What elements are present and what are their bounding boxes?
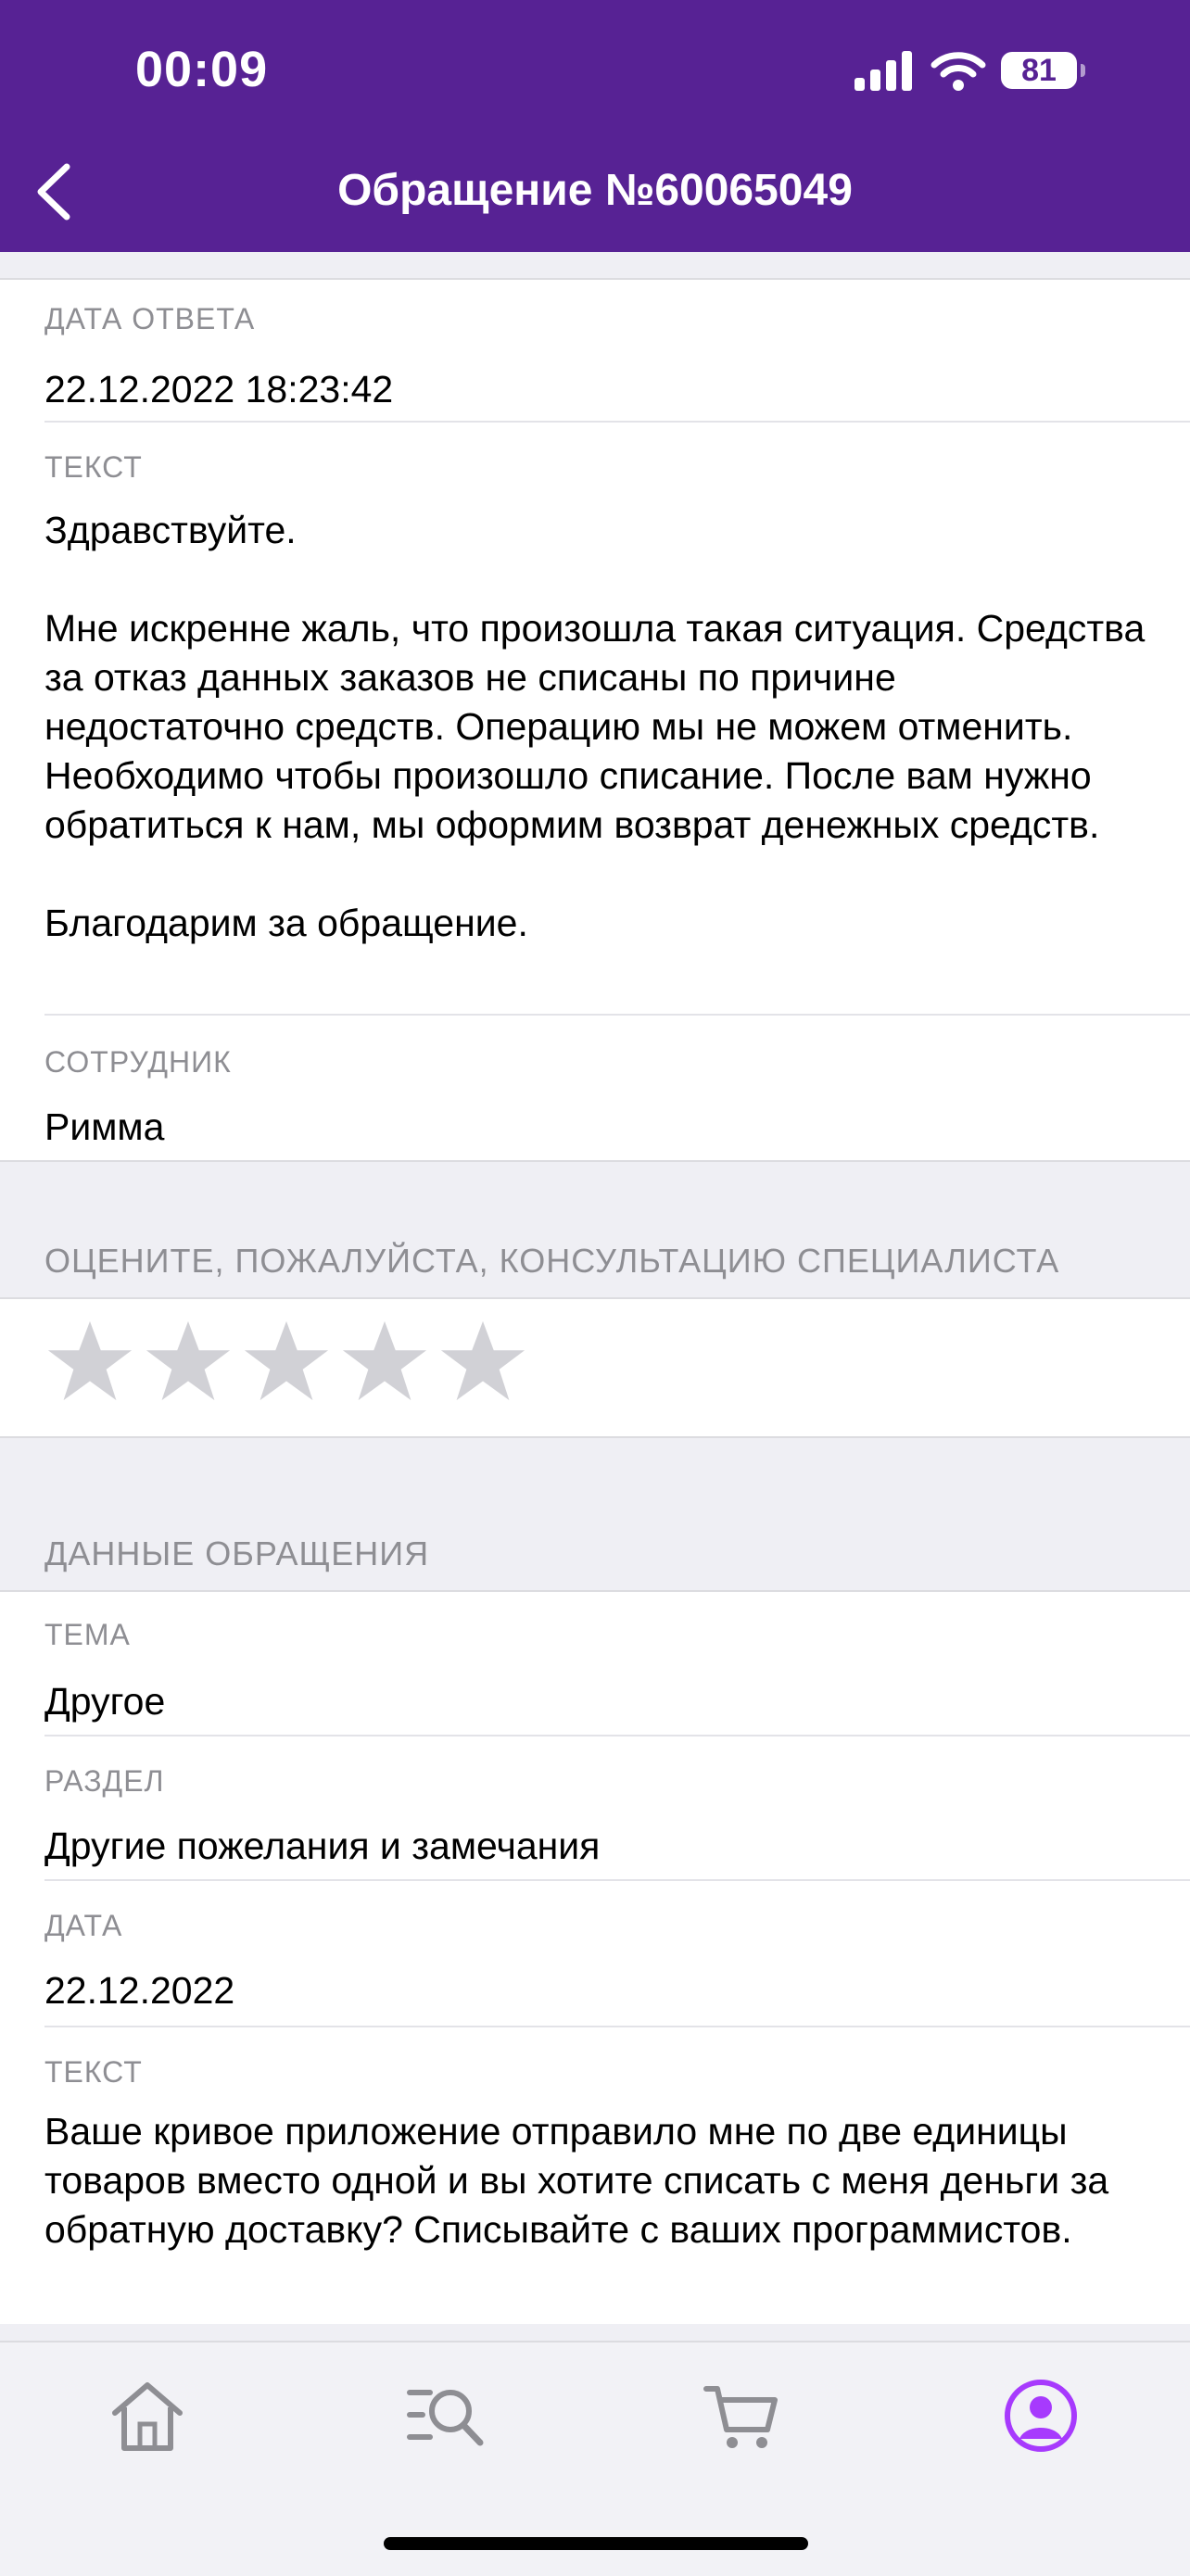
star-icon[interactable] [339, 1316, 430, 1407]
request-text-value: Ваше кривое приложение отправило мне по … [44, 2110, 1109, 2251]
section-field: РАЗДЕЛ Другие пожелания и замечания [0, 1736, 1190, 1881]
answer-card: ДАТА ОТВЕТА 22.12.2022 18:23:42 ТЕКСТ Зд… [0, 278, 1190, 1162]
star-icon[interactable] [241, 1316, 332, 1407]
signal-icon [855, 51, 912, 91]
answer-text-value: Здравствуйте. Мне искренне жаль, что про… [44, 509, 1146, 944]
wifi-icon [930, 52, 986, 91]
star-icon[interactable] [44, 1316, 135, 1407]
employee-value: Римма [44, 1105, 165, 1148]
status-icons: 81 [853, 46, 1085, 95]
rating-header: ОЦЕНИТЕ, ПОЖАЛУЙСТА, КОНСУЛЬТАЦИЮ СПЕЦИА… [0, 1162, 1190, 1297]
request-card: ТЕМА Другое РАЗДЕЛ Другие пожелания и за… [0, 1590, 1190, 2324]
star-icon[interactable] [437, 1316, 528, 1407]
answer-text-label: ТЕКСТ [44, 450, 143, 484]
date-field: ДАТА 22.12.2022 [0, 1881, 1190, 2027]
cart-icon[interactable] [701, 2374, 784, 2457]
date-label: ДАТА [44, 1909, 123, 1942]
request-text-field: ТЕКСТ Ваше кривое приложение отправило м… [0, 2027, 1190, 2324]
star-icon[interactable] [143, 1316, 234, 1407]
employee-label: СОТРУДНИК [44, 1045, 232, 1079]
request-text-label: ТЕКСТ [44, 2055, 143, 2089]
answer-date-field: ДАТА ОТВЕТА 22.12.2022 18:23:42 [0, 280, 1190, 423]
request-header: ДАННЫЕ ОБРАЩЕНИЯ [0, 1438, 1190, 1590]
topic-label: ТЕМА [44, 1618, 131, 1651]
page-title: Обращение №60065049 [337, 166, 853, 215]
top-spacer [0, 252, 1190, 278]
topic-value: Другое [44, 1680, 166, 1723]
profile-icon[interactable] [999, 2374, 1082, 2457]
battery-indicator: 81 [1001, 52, 1085, 89]
home-indicator [384, 2537, 808, 2550]
request-section-title: ДАННЫЕ ОБРАЩЕНИЯ [44, 1534, 430, 1572]
star-rating[interactable] [0, 1299, 1190, 1420]
app-header: 00:09 81 Обращение №60065049 [0, 0, 1190, 252]
rating-title: ОЦЕНИТЕ, ПОЖАЛУЙСТА, КОНСУЛЬТАЦИЮ СПЕЦИА… [44, 1242, 1060, 1280]
search-list-icon[interactable] [402, 2374, 486, 2457]
status-time: 00:09 [135, 42, 269, 97]
topic-field: ТЕМА Другое [0, 1592, 1190, 1736]
employee-field: СОТРУДНИК Римма [0, 1016, 1190, 1160]
rating-card [0, 1297, 1190, 1438]
home-icon[interactable] [106, 2374, 189, 2457]
answer-text-field: ТЕКСТ Здравствуйте. Мне искренне жаль, ч… [0, 423, 1190, 1016]
answer-date-label: ДАТА ОТВЕТА [44, 302, 256, 335]
section-label: РАЗДЕЛ [44, 1764, 165, 1798]
answer-date-value: 22.12.2022 18:23:42 [44, 368, 394, 410]
date-value: 22.12.2022 [44, 1969, 235, 2012]
section-value: Другие пожелания и замечания [44, 1825, 601, 1867]
main-content: ДАТА ОТВЕТА 22.12.2022 18:23:42 ТЕКСТ Зд… [0, 252, 1190, 2324]
